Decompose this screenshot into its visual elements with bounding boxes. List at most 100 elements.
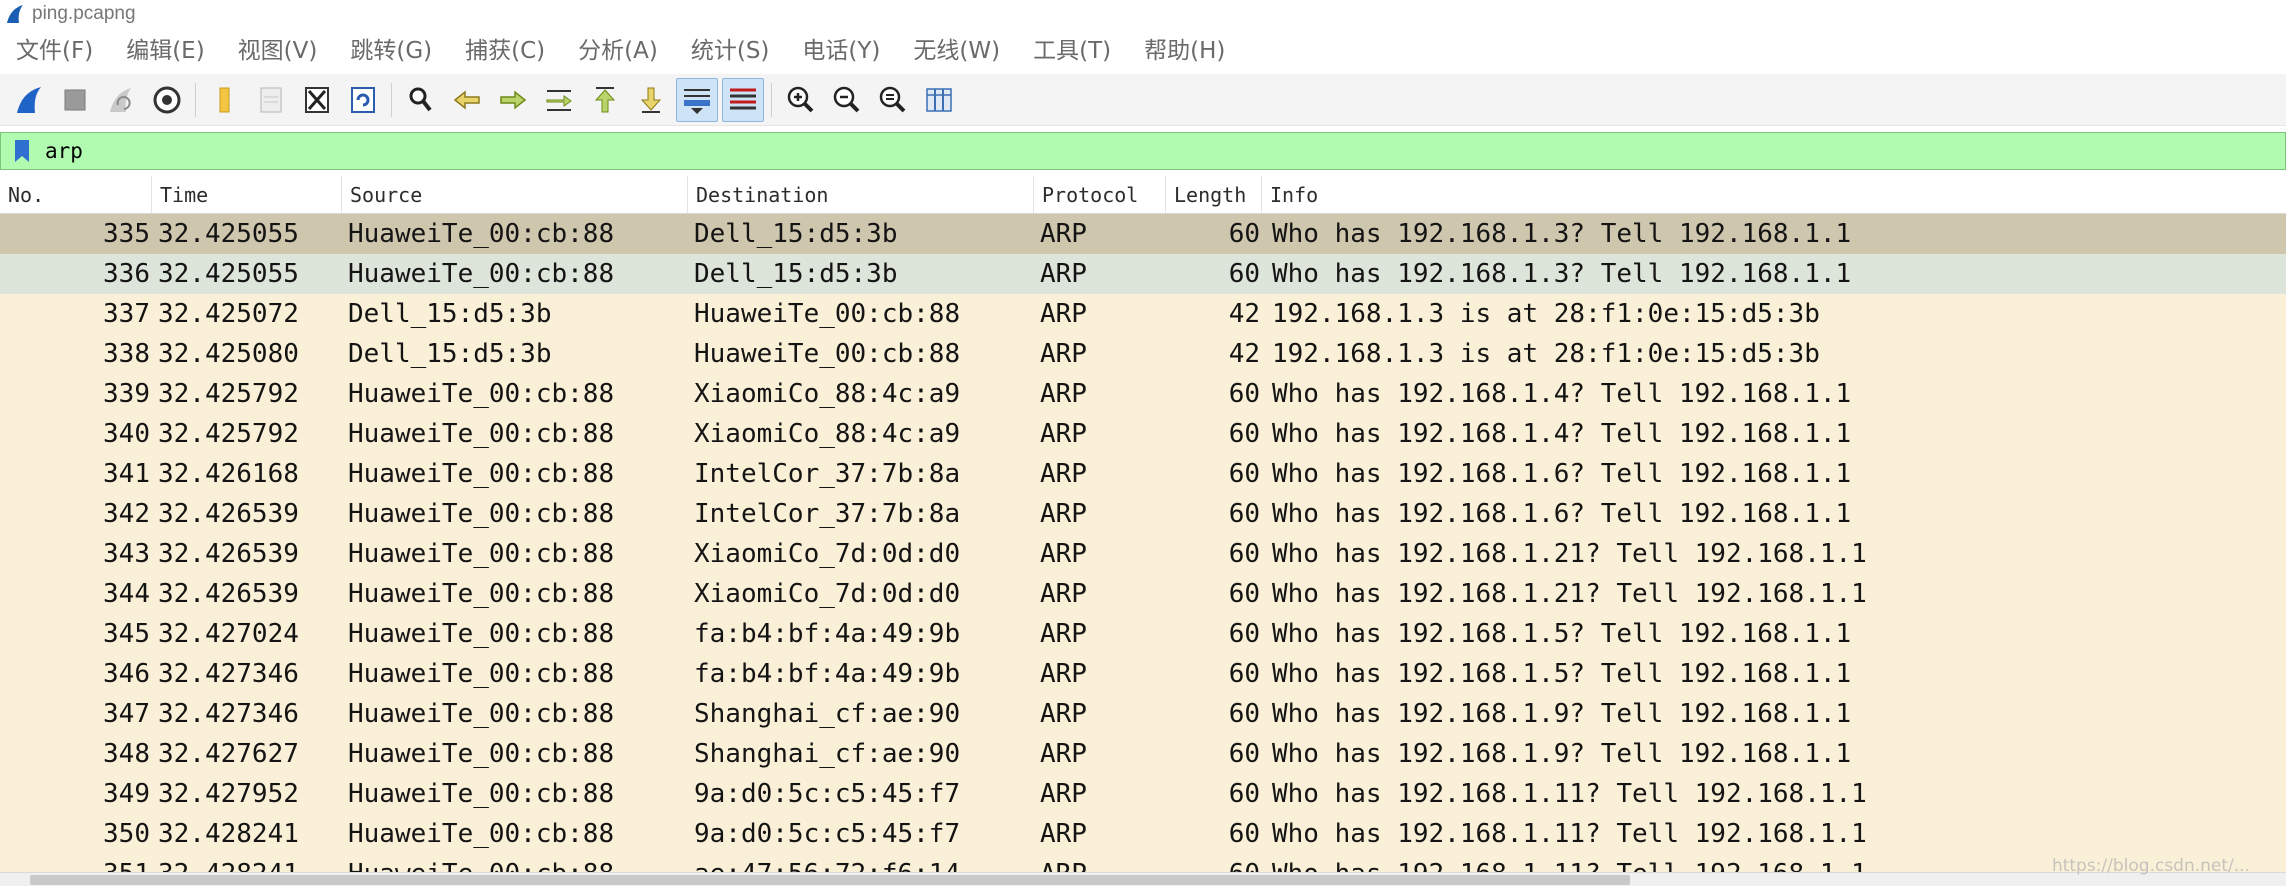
packet-protocol: ARP [1040,699,1087,729]
column-header-time[interactable]: Time [152,176,342,213]
packet-no: 337 [103,299,150,329]
packet-source: HuaweiTe_00:cb:88 [348,459,615,489]
scrollbar-thumb[interactable] [30,875,1630,885]
zoom-normal-button[interactable] [872,78,914,122]
packet-destination: Shanghai_cf:ae:90 [694,699,961,729]
column-header-info[interactable]: Info [1262,176,2286,213]
packet-row[interactable]: 340 32.425792 HuaweiTe_00:cb:88 XiaomiCo_88… [0,414,2286,454]
filter-bookmark-button[interactable] [7,135,37,167]
packet-info: 192.168.1.3 is at 28:f1:0e:15:d5:3b [1272,339,1820,369]
packet-no: 345 [103,619,150,649]
packet-row[interactable]: 339 32.425792 HuaweiTe_00:cb:88 XiaomiCo_88… [0,374,2286,414]
menu-capture[interactable]: 捕获(C) [455,28,555,74]
go-back-button[interactable] [446,78,488,122]
capture-options-button[interactable] [146,78,188,122]
packet-protocol: ARP [1040,659,1087,689]
packet-source: HuaweiTe_00:cb:88 [348,819,615,849]
packet-no: 349 [103,779,150,809]
packet-row[interactable]: 347 32.427346 HuaweiTe_00:cb:88 Shanghai_cf… [0,694,2286,734]
save-file-button[interactable] [250,78,292,122]
menu-edit[interactable]: 编辑(E) [116,28,214,74]
packet-protocol: ARP [1040,379,1087,409]
stop-capture-button[interactable] [54,78,96,122]
packet-row[interactable]: 350 32.428241 HuaweiTe_00:cb:88 9a:d0:5c:c5… [0,814,2286,854]
packet-source: HuaweiTe_00:cb:88 [348,539,615,569]
packet-length: 60 [1228,539,1260,569]
close-file-button[interactable] [296,78,338,122]
horizontal-scrollbar[interactable] [0,872,2286,886]
packet-time: 32.426168 [158,459,299,489]
packet-row[interactable]: 341 32.426168 HuaweiTe_00:cb:88 IntelCor_37… [0,454,2286,494]
packet-length: 60 [1228,659,1260,689]
menu-analyze[interactable]: 分析(A) [568,28,668,74]
go-forward-button[interactable] [492,78,534,122]
packet-source: HuaweiTe_00:cb:88 [348,739,615,769]
packet-protocol: ARP [1040,819,1087,849]
window-title: ping.pcapng [32,3,136,24]
packet-length: 60 [1228,819,1260,849]
menu-statistics[interactable]: 统计(S) [681,28,780,74]
find-magnifier-icon [409,87,432,111]
packet-time: 32.425055 [158,259,299,289]
packet-row[interactable]: 338 32.425080 Dell_15:d5:3b HuaweiTe_00:cb:… [0,334,2286,374]
colorize-icon [730,88,756,109]
packet-protocol: ARP [1040,339,1087,369]
packet-length: 42 [1228,299,1260,329]
packet-time: 32.426539 [158,499,299,529]
packet-row[interactable]: 335 32.425055 HuaweiTe_00:cb:88 Dell_15:d5:… [0,214,2286,254]
column-header-source[interactable]: Source [342,176,688,213]
go-to-packet-button[interactable] [538,78,580,122]
column-header-no[interactable]: No. [0,176,152,213]
packet-time: 32.425055 [158,219,299,249]
zoom-in-button[interactable] [780,78,822,122]
packet-row[interactable]: 342 32.426539 HuaweiTe_00:cb:88 IntelCor_37… [0,494,2286,534]
packet-protocol: ARP [1040,419,1087,449]
menu-help[interactable]: 帮助(H) [1134,28,1235,74]
column-header-protocol[interactable]: Protocol [1034,176,1166,213]
packet-rows: 335 32.425055 HuaweiTe_00:cb:88 Dell_15:d5:… [0,214,2286,886]
display-filter-input[interactable] [37,134,2285,168]
packet-row[interactable]: 346 32.427346 HuaweiTe_00:cb:88 fa:b4:bf:4a… [0,654,2286,694]
stop-square-icon [64,89,86,110]
open-file-button[interactable] [204,78,246,122]
packet-row[interactable]: 348 32.427627 HuaweiTe_00:cb:88 Shanghai_cf… [0,734,2286,774]
menu-wireless[interactable]: 无线(W) [903,28,1010,74]
start-capture-button[interactable] [8,78,50,122]
menu-telephony[interactable]: 电话(Y) [792,28,890,74]
packet-length: 60 [1228,459,1260,489]
toolbar-separator [195,82,197,117]
zoom-out-button[interactable] [826,78,868,122]
packet-info: Who has 192.168.1.21? Tell 192.168.1.1 [1272,539,1867,569]
packet-row[interactable]: 345 32.427024 HuaweiTe_00:cb:88 fa:b4:bf:4a… [0,614,2286,654]
packet-length: 60 [1228,739,1260,769]
packet-row[interactable]: 336 32.425055 HuaweiTe_00:cb:88 Dell_15:d5:… [0,254,2286,294]
packet-protocol: ARP [1040,619,1087,649]
column-header-length[interactable]: Length [1166,176,1262,213]
reload-file-button[interactable] [342,78,384,122]
packet-row[interactable]: 344 32.426539 HuaweiTe_00:cb:88 XiaomiCo_7d… [0,574,2286,614]
colorize-button[interactable] [722,77,764,122]
packet-row[interactable]: 343 32.426539 HuaweiTe_00:cb:88 XiaomiCo_7d… [0,534,2286,574]
restart-capture-button[interactable] [100,78,142,122]
packet-length: 60 [1228,779,1260,809]
packet-time: 32.426539 [158,579,299,609]
menu-file[interactable]: 文件(F) [6,28,103,74]
menu-tools[interactable]: 工具(T) [1023,28,1121,74]
first-packet-button[interactable] [584,78,626,122]
find-packet-button[interactable] [400,78,442,122]
packet-no: 346 [103,659,150,689]
last-packet-button[interactable] [630,78,672,122]
menu-view[interactable]: 视图(V) [228,28,328,74]
restart-fin-icon [110,87,131,112]
packet-row[interactable]: 349 32.427952 HuaweiTe_00:cb:88 9a:d0:5c:c5… [0,774,2286,814]
menu-go[interactable]: 跳转(G) [340,28,442,74]
packet-length: 60 [1228,219,1260,249]
column-header-destination[interactable]: Destination [688,176,1034,213]
go-back-arrow-icon [453,89,480,110]
resize-columns-button[interactable] [918,78,960,122]
packet-protocol: ARP [1040,499,1087,529]
autoscroll-button[interactable] [676,77,718,122]
packet-row[interactable]: 337 32.425072 Dell_15:d5:3b HuaweiTe_00:cb:… [0,294,2286,334]
packet-list-header: No. Time Source Destination Protocol Len… [0,176,2286,214]
packet-info: Who has 192.168.1.3? Tell 192.168.1.1 [1272,259,1852,289]
